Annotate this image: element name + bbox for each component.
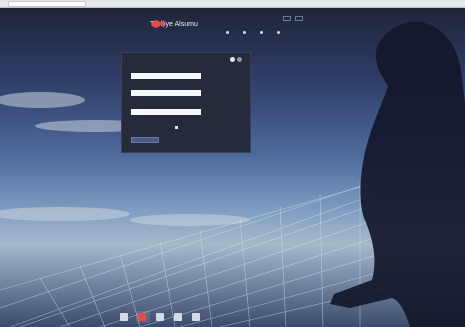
app-icon bbox=[138, 313, 146, 321]
app-link-4[interactable] bbox=[172, 311, 186, 323]
app-icon bbox=[174, 313, 182, 321]
app-icon bbox=[192, 313, 200, 321]
nav-item-2[interactable] bbox=[243, 31, 248, 34]
bottom-app-bar bbox=[118, 311, 204, 323]
login-button[interactable] bbox=[131, 137, 159, 143]
remember-checkbox[interactable] bbox=[175, 126, 178, 129]
app-link-5[interactable] bbox=[190, 311, 204, 323]
main-nav bbox=[226, 31, 282, 34]
language-option-icon[interactable] bbox=[230, 57, 235, 62]
app-link-1[interactable] bbox=[118, 311, 132, 323]
nav-item-4[interactable] bbox=[277, 31, 282, 34]
nav-item-1[interactable] bbox=[226, 31, 231, 34]
address-bar[interactable] bbox=[8, 1, 86, 7]
app-link-3[interactable] bbox=[154, 311, 168, 323]
app-icon bbox=[156, 313, 164, 321]
language-option-icon[interactable] bbox=[237, 57, 242, 62]
remember-me[interactable] bbox=[175, 126, 180, 129]
nav-item-3[interactable] bbox=[260, 31, 265, 34]
fish-logo-icon bbox=[151, 20, 164, 28]
login-panel bbox=[121, 52, 251, 153]
fisherman-silhouette bbox=[330, 21, 465, 327]
header-actions bbox=[283, 16, 303, 21]
bullet-icon bbox=[226, 31, 229, 34]
site-logo[interactable]: Türkiye Alsumu bbox=[150, 18, 198, 30]
bullet-icon bbox=[277, 31, 280, 34]
username-field[interactable] bbox=[131, 73, 201, 79]
background-photo: Türkiye Alsumu bbox=[0, 8, 465, 327]
header-button-2[interactable] bbox=[295, 16, 303, 21]
app-link-2[interactable] bbox=[136, 311, 150, 323]
header-button-1[interactable] bbox=[283, 16, 291, 21]
browser-toolbar bbox=[0, 0, 465, 8]
language-switcher bbox=[230, 57, 242, 62]
bullet-icon bbox=[260, 31, 263, 34]
app-icon bbox=[120, 313, 128, 321]
security-field[interactable] bbox=[131, 109, 201, 115]
bullet-icon bbox=[243, 31, 246, 34]
password-field[interactable] bbox=[131, 90, 201, 96]
